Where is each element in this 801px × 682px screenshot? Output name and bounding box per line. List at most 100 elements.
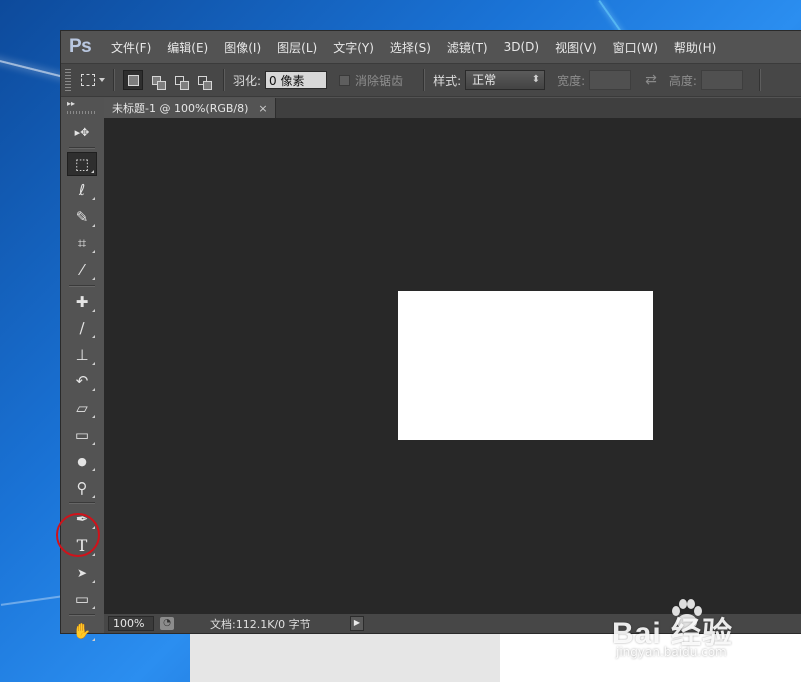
tool-preset-picker[interactable] bbox=[81, 69, 105, 91]
collapse-panel-icon[interactable]: ▸▸ bbox=[64, 98, 100, 108]
document-info: 文档:112.1K/0 字节 bbox=[210, 617, 311, 631]
rectangle-icon: ▭ bbox=[74, 590, 90, 609]
divider bbox=[69, 613, 95, 616]
healing-brush-tool[interactable]: ✚ bbox=[67, 290, 97, 314]
submenu-corner-icon bbox=[92, 606, 95, 610]
swap-icon[interactable]: ⇄ bbox=[645, 72, 657, 88]
photoshop-logo: Ps bbox=[69, 36, 92, 57]
menu-3d[interactable]: 3D(D) bbox=[504, 40, 539, 54]
menu-file[interactable]: 文件(F) bbox=[111, 39, 151, 56]
move-icon: ▸✥ bbox=[74, 125, 90, 139]
marquee-icon bbox=[81, 74, 95, 86]
new-selection-icon bbox=[127, 74, 139, 86]
canvas-workspace[interactable] bbox=[104, 118, 801, 614]
feather-input[interactable]: 0 像素 bbox=[265, 71, 328, 89]
rectangle-tool[interactable]: ▭ bbox=[67, 587, 97, 611]
width-input[interactable] bbox=[589, 70, 632, 90]
lasso-tool[interactable]: ℓ bbox=[67, 178, 97, 202]
menu-filter[interactable]: 滤镜(T) bbox=[447, 39, 488, 56]
antialias-label: 消除锯齿 bbox=[355, 73, 404, 88]
divider bbox=[113, 69, 115, 91]
zoom-level-field[interactable]: 100% bbox=[108, 616, 154, 631]
eraser-tool[interactable]: ▱ bbox=[67, 396, 97, 420]
intersect-selection-button[interactable] bbox=[192, 70, 212, 90]
submenu-corner-icon bbox=[92, 552, 95, 556]
style-label: 样式: bbox=[433, 73, 462, 88]
dodge-icon: ⚲ bbox=[76, 478, 88, 497]
height-input[interactable] bbox=[700, 70, 743, 90]
divider bbox=[423, 69, 426, 91]
divider bbox=[69, 502, 95, 505]
document-tab[interactable]: 未标题-1 @ 100%(RGB/8) × bbox=[104, 98, 276, 118]
close-icon[interactable]: × bbox=[258, 102, 267, 115]
submenu-corner-icon bbox=[92, 197, 95, 201]
clone-stamp-tool[interactable]: ⊥ bbox=[67, 343, 97, 367]
brush-tool[interactable]: ∕ bbox=[67, 316, 97, 340]
options-bar: 羽化: 0 像素 消除锯齿 样式: 正常 宽度: ⇄ 高度: bbox=[61, 63, 801, 97]
menu-help[interactable]: 帮助(H) bbox=[674, 39, 716, 56]
eyedropper-tool[interactable]: ⁄ bbox=[67, 258, 97, 282]
add-selection-icon bbox=[151, 75, 166, 90]
document-tab-title: 未标题-1 @ 100%(RGB/8) bbox=[112, 102, 249, 115]
drop-icon: ● bbox=[77, 454, 87, 468]
hand-tool[interactable]: ✋ bbox=[67, 619, 97, 643]
menu-edit[interactable]: 编辑(E) bbox=[167, 39, 208, 56]
menu-type[interactable]: 文字(Y) bbox=[333, 39, 374, 56]
bandage-icon: ✚ bbox=[75, 292, 89, 311]
menu-image[interactable]: 图像(I) bbox=[224, 39, 261, 56]
height-label: 高度: bbox=[668, 73, 697, 88]
background-window-panel bbox=[190, 634, 500, 682]
status-menu-arrow[interactable]: ▶ bbox=[350, 616, 364, 631]
divider bbox=[69, 146, 95, 149]
submenu-corner-icon bbox=[92, 441, 95, 445]
crop-tool[interactable]: ⌗ bbox=[67, 231, 97, 255]
new-selection-button[interactable] bbox=[123, 70, 143, 90]
document-tab-bar: 未标题-1 @ 100%(RGB/8) × bbox=[104, 98, 801, 118]
marquee-icon: ⬚ bbox=[74, 154, 90, 173]
add-to-selection-button[interactable] bbox=[146, 70, 166, 90]
hand-icon: ✋ bbox=[72, 621, 92, 640]
menu-window[interactable]: 窗口(W) bbox=[613, 39, 658, 56]
move-tool[interactable]: ▸✥ bbox=[67, 120, 97, 144]
divider bbox=[223, 69, 225, 91]
history-brush-icon: ↶ bbox=[75, 372, 89, 391]
submenu-corner-icon bbox=[91, 169, 94, 173]
menu-select[interactable]: 选择(S) bbox=[390, 39, 431, 56]
submenu-corner-icon bbox=[92, 494, 95, 498]
quick-selection-icon: ✎ bbox=[75, 207, 89, 226]
options-bar-grip[interactable] bbox=[65, 69, 71, 91]
divider bbox=[758, 69, 761, 91]
submenu-corner-icon bbox=[92, 250, 95, 254]
submenu-corner-icon bbox=[92, 223, 95, 227]
gradient-tool[interactable]: ▭ bbox=[67, 423, 97, 447]
divider bbox=[69, 284, 95, 287]
subtract-from-selection-button[interactable] bbox=[169, 70, 189, 90]
style-select[interactable]: 正常 bbox=[465, 70, 546, 90]
lasso-icon: ℓ bbox=[78, 181, 86, 200]
gradient-icon: ▭ bbox=[74, 425, 90, 444]
menu-layer[interactable]: 图层(L) bbox=[277, 39, 317, 56]
submenu-corner-icon bbox=[92, 388, 95, 392]
width-label: 宽度: bbox=[557, 73, 586, 88]
photoshop-window: Ps 文件(F) 编辑(E) 图像(I) 图层(L) 文字(Y) 选择(S) 滤… bbox=[60, 30, 801, 641]
document-canvas[interactable] bbox=[398, 291, 653, 440]
stamp-icon: ⊥ bbox=[75, 345, 89, 364]
quick-selection-tool[interactable]: ✎ bbox=[67, 205, 97, 229]
menu-bar: Ps 文件(F) 编辑(E) 图像(I) 图层(L) 文字(Y) 选择(S) 滤… bbox=[61, 31, 801, 63]
eraser-icon: ▱ bbox=[76, 398, 88, 417]
menu-view[interactable]: 视图(V) bbox=[555, 39, 597, 56]
antialias-checkbox[interactable] bbox=[339, 74, 351, 86]
blur-tool[interactable]: ● bbox=[67, 449, 97, 473]
tools-panel-grip[interactable] bbox=[67, 111, 97, 114]
baidu-watermark: Bai 经验 jingyan.baidu.com bbox=[612, 596, 792, 666]
brush-icon: ∕ bbox=[79, 319, 85, 338]
subtract-selection-icon bbox=[174, 75, 189, 90]
submenu-corner-icon bbox=[92, 308, 95, 312]
status-info-icon[interactable]: ◔ bbox=[160, 617, 174, 630]
submenu-corner-icon bbox=[92, 579, 95, 583]
rectangular-marquee-tool[interactable]: ⬚ bbox=[67, 151, 97, 176]
history-brush-tool[interactable]: ↶ bbox=[67, 369, 97, 393]
highlight-annotation-circle bbox=[56, 513, 100, 557]
dodge-tool[interactable]: ⚲ bbox=[67, 476, 97, 500]
path-selection-tool[interactable]: ➤ bbox=[67, 561, 97, 585]
